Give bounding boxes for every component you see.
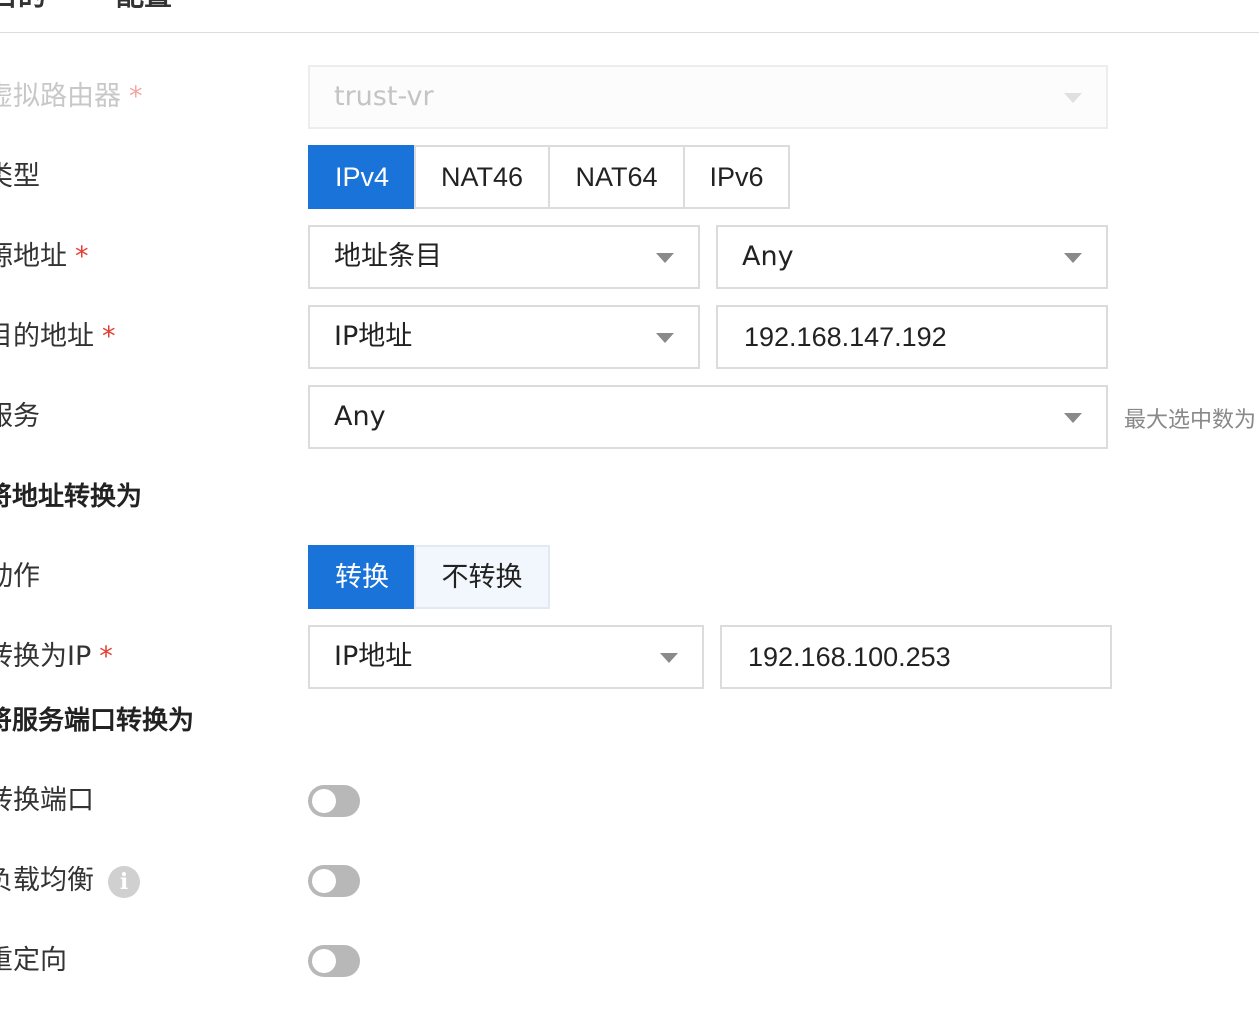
virtual-router-label: 虚拟路由器 * <box>0 80 143 114</box>
tabs-header: 目的 配置 <box>0 0 1259 33</box>
type-option-ipv6[interactable]: IPv6 <box>683 145 790 209</box>
translate-ip-type-value: IP地址 <box>334 641 413 672</box>
virtual-router-select[interactable]: trust-vr <box>308 65 1108 129</box>
type-label: 类型 <box>0 161 40 192</box>
translate-ip-type-select[interactable]: IP地址 <box>308 625 704 689</box>
chevron-down-icon <box>1064 93 1082 103</box>
virtual-router-value: trust-vr <box>334 81 434 112</box>
destination-label: 目的地址 * <box>0 320 116 354</box>
source-label: 源地址 * <box>0 240 89 274</box>
type-option-nat46[interactable]: NAT46 <box>414 145 550 209</box>
destination-type-select[interactable]: IP地址 <box>308 305 700 369</box>
load-balance-label: 负载均衡 i <box>0 864 140 898</box>
load-balance-label-text: 负载均衡 <box>0 865 94 896</box>
toggle-knob <box>312 869 336 893</box>
translate-port-toggle[interactable] <box>308 785 360 817</box>
toggle-knob <box>312 789 336 813</box>
chevron-down-icon <box>656 253 674 263</box>
translate-ip-input[interactable]: 192.168.100.253 <box>720 625 1112 689</box>
section-translate-address: 将地址转换为 <box>0 482 143 512</box>
tab-destination[interactable]: 目的 <box>0 0 46 10</box>
required-mark: * <box>129 81 143 112</box>
action-segmented-control: 转换 不转换 <box>308 545 550 609</box>
redirect-label: 重定向 <box>0 945 67 976</box>
redirect-toggle[interactable] <box>308 945 360 977</box>
service-label: 服务 <box>0 401 40 432</box>
source-address-value: Any <box>742 241 794 272</box>
translate-port-label: 转换端口 <box>0 785 94 816</box>
destination-label-text: 目的地址 <box>0 321 94 352</box>
required-mark: * <box>99 641 113 672</box>
source-address-select[interactable]: Any <box>716 225 1108 289</box>
translate-ip-label: 转换为IP* <box>0 640 113 674</box>
virtual-router-label-text: 虚拟路由器 <box>0 81 121 112</box>
translate-ip-label-text: 转换为IP <box>0 641 92 672</box>
source-type-select[interactable]: 地址条目 <box>308 225 700 289</box>
destination-ip-input[interactable]: 192.168.147.192 <box>716 305 1108 369</box>
toggle-knob <box>312 949 336 973</box>
destination-type-value: IP地址 <box>334 321 413 352</box>
type-option-nat64[interactable]: NAT64 <box>548 145 685 209</box>
action-label: 动作 <box>0 561 40 592</box>
section-translate-port: 将服务端口转换为 <box>0 706 195 736</box>
source-type-value: 地址条目 <box>334 241 442 272</box>
tab-config[interactable]: 配置 <box>116 0 172 10</box>
action-option-translate[interactable]: 转换 <box>308 545 416 609</box>
source-label-text: 源地址 <box>0 241 67 272</box>
chevron-down-icon <box>1064 253 1082 263</box>
chevron-down-icon <box>1064 413 1082 423</box>
service-select[interactable]: Any <box>308 385 1108 449</box>
info-icon[interactable]: i <box>108 865 140 898</box>
required-mark: * <box>75 241 89 272</box>
service-hint: 最大选中数为 <box>1124 408 1257 433</box>
chevron-down-icon <box>660 653 678 663</box>
required-mark: * <box>102 321 116 352</box>
nat-rule-form-page: 目的 配置 虚拟路由器 * trust-vr 类型 IPv4 NAT46 NAT6… <box>0 0 1259 1024</box>
chevron-down-icon <box>656 333 674 343</box>
type-segmented-control: IPv4 NAT46 NAT64 IPv6 <box>308 145 790 209</box>
type-option-ipv4[interactable]: IPv4 <box>308 145 416 209</box>
load-balance-toggle[interactable] <box>308 865 360 897</box>
service-value: Any <box>334 401 386 432</box>
action-option-no-translate[interactable]: 不转换 <box>414 545 550 609</box>
